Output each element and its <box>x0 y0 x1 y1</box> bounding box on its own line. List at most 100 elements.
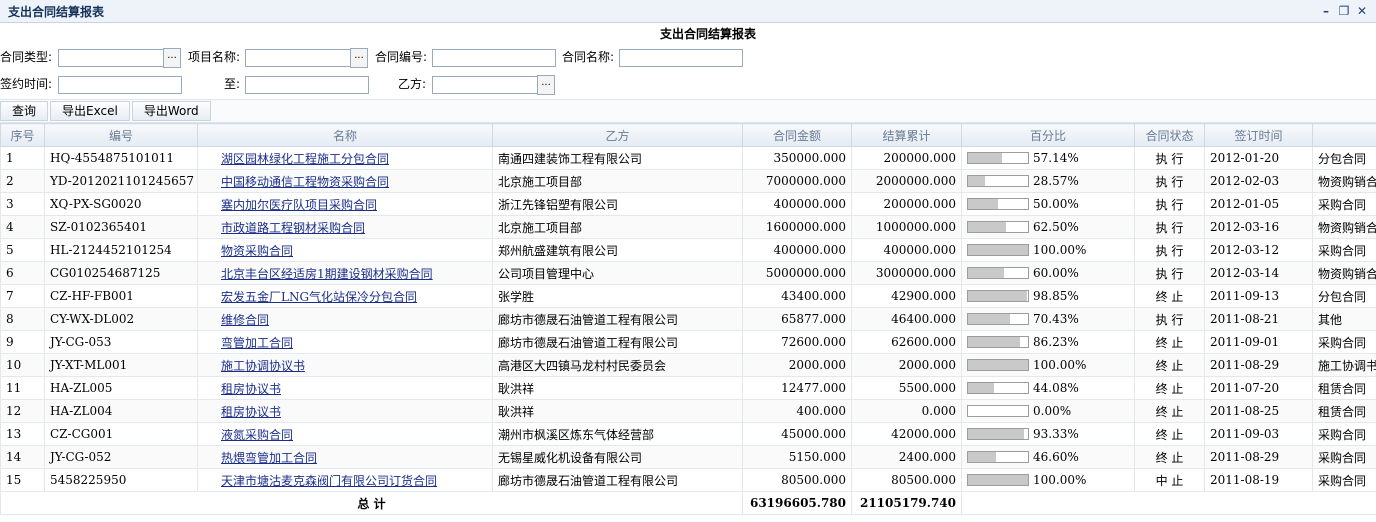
contract-name-link[interactable]: 物资采购合同 <box>203 244 293 258</box>
row-party-b: 北京施工项目部 <box>492 169 743 193</box>
contract-name-link[interactable]: 市政道路工程钢材采购合同 <box>203 221 365 235</box>
row-party-b: 公司项目管理中心 <box>492 261 743 285</box>
row-status: 执 行 <box>1134 169 1205 193</box>
table-row[interactable]: 11 HA-ZL005 租房协议书 耿洪祥 12477.000 5500.000 44.08… <box>0 376 1376 400</box>
row-party-b: 郑州航盛建筑有限公司 <box>492 238 743 262</box>
table-row[interactable]: 15 5458225950 天津市塘沽麦克森阀门有限公司订货合同 廊坊市德晟石油管道工… <box>0 468 1376 492</box>
contract-name-link[interactable]: 热煨弯管加工合同 <box>203 451 317 465</box>
contract-name-link[interactable]: 天津市塘沽麦克森阀门有限公司订货合同 <box>203 474 437 488</box>
row-amount: 5150.000 <box>742 445 852 469</box>
row-amount: 1600000.000 <box>742 215 852 239</box>
restore-icon[interactable]: ❐ <box>1338 5 1350 17</box>
col-header-party-b[interactable]: 乙方 <box>492 123 743 147</box>
contract-name-link[interactable]: 维修合同 <box>203 313 269 327</box>
table-row[interactable]: 8 CY-WX-DL002 维修合同 廊坊市德晟石油管道工程有限公司 65877.000… <box>0 307 1376 331</box>
window-controls: – ❐ ✕ <box>1320 5 1368 17</box>
table-row[interactable]: 14 JY-CG-052 热煨弯管加工合同 无锡星威化机设备有限公司 5150.000 2… <box>0 445 1376 469</box>
row-amount: 7000000.000 <box>742 169 852 193</box>
percent-bar <box>967 198 1029 210</box>
row-settled: 2000.000 <box>851 353 962 377</box>
contract-name-link[interactable]: 塞内加尔医疗队项目采购合同 <box>203 198 377 212</box>
row-status: 终 止 <box>1134 445 1205 469</box>
col-header-settled[interactable]: 结算累计 <box>851 123 962 147</box>
row-type: 租赁合同 <box>1312 399 1376 423</box>
row-percent-cell: 50.00% <box>961 192 1135 216</box>
row-status: 执 行 <box>1134 238 1205 262</box>
table-row[interactable]: 2 YD-2012021101245657 中国移动通信工程物资采购合同 北京施工项目… <box>0 169 1376 193</box>
col-header-name[interactable]: 名称 <box>197 123 493 147</box>
totals-amount: 63196605.780 <box>742 491 852 515</box>
query-button[interactable]: 查询 <box>0 101 49 121</box>
contract-name-link[interactable]: 液氮采购合同 <box>203 428 293 442</box>
row-sign-date: 2011-08-21 <box>1204 307 1313 331</box>
table-row[interactable]: 7 CZ-HF-FB001 宏发五金厂LNG气化站保冷分包合同 张学胜 43400.00… <box>0 284 1376 308</box>
table-row[interactable]: 5 HL-2124452101254 物资采购合同 郑州航盛建筑有限公司 400000.… <box>0 238 1376 262</box>
row-sign-date: 2012-01-20 <box>1204 146 1313 170</box>
percent-bar-fill <box>968 360 1028 370</box>
report-title: 支出合同结算报表 <box>659 27 756 41</box>
contract-name-link[interactable]: 北京丰台区经适房1期建设钢材采购合同 <box>203 267 433 281</box>
col-header-code[interactable]: 编号 <box>44 123 198 147</box>
row-type: 物资购销合 <box>1312 215 1376 239</box>
sign-time-to-input[interactable] <box>245 76 369 94</box>
contract-name-link[interactable]: 租房协议书 <box>203 382 281 396</box>
table-row[interactable]: 9 JY-CG-053 弯管加工合同 廊坊市德晟石油管道工程有限公司 72600.000… <box>0 330 1376 354</box>
table-row[interactable]: 1 HQ-4554875101011 湖区园林绿化工程施工分包合同 南通四建装饰工程有… <box>0 146 1376 170</box>
row-type: 其他 <box>1312 307 1376 331</box>
contract-name-link[interactable]: 湖区园林绿化工程施工分包合同 <box>203 152 389 166</box>
percent-bar <box>967 474 1029 486</box>
export-word-button[interactable]: 导出Word <box>131 101 211 121</box>
filter-form: 合同类型: ... 项目名称: ... 合同编号: 合同名称: 签约时间: 至:… <box>0 45 1376 99</box>
row-percent-cell: 60.00% <box>961 261 1135 285</box>
close-icon[interactable]: ✕ <box>1356 5 1368 17</box>
contract-name-input[interactable] <box>619 49 743 67</box>
contract-name-link[interactable]: 宏发五金厂LNG气化站保冷分包合同 <box>203 290 417 304</box>
percent-bar-fill <box>968 429 1024 439</box>
table-row[interactable]: 12 HA-ZL004 租房协议书 耿洪祥 400.000 0.000 0.00% 终 止 20… <box>0 399 1376 423</box>
row-index: 10 <box>0 353 45 377</box>
contract-name-label: 合同名称: <box>562 50 615 64</box>
party-b-picker-button[interactable]: ... <box>537 75 555 95</box>
contract-no-input[interactable] <box>432 49 556 67</box>
table-row[interactable]: 4 SZ-0102365401 市政道路工程钢材采购合同 北京施工项目部 1600000… <box>0 215 1376 239</box>
contract-type-picker-button[interactable]: ... <box>163 48 181 68</box>
contract-name-link[interactable]: 中国移动通信工程物资采购合同 <box>203 175 389 189</box>
row-name-cell: 弯管加工合同 <box>197 330 493 354</box>
percent-text: 60.00% <box>1033 266 1079 280</box>
row-party-b: 浙江先锋铝塑有限公司 <box>492 192 743 216</box>
export-excel-button[interactable]: 导出Excel <box>50 101 130 121</box>
totals-settled: 21105179.740 <box>851 491 962 515</box>
col-header-percent[interactable]: 百分比 <box>961 123 1135 147</box>
table-row[interactable]: 13 CZ-CG001 液氮采购合同 潮州市枫溪区炼东气体经营部 45000.000 42… <box>0 422 1376 446</box>
contract-name-link[interactable]: 施工协调协议书 <box>203 359 305 373</box>
row-code: CZ-CG001 <box>44 422 198 446</box>
table-row[interactable]: 10 JY-XT-ML001 施工协调协议书 高港区大四镇马龙村村民委员会 2000.0… <box>0 353 1376 377</box>
row-percent-cell: 93.33% <box>961 422 1135 446</box>
col-header-index[interactable]: 序号 <box>0 123 45 147</box>
percent-bar-fill <box>968 222 1006 232</box>
percent-bar <box>967 382 1029 394</box>
col-header-amount[interactable]: 合同金额 <box>742 123 852 147</box>
row-party-b: 高港区大四镇马龙村村民委员会 <box>492 353 743 377</box>
row-sign-date: 2012-03-16 <box>1204 215 1313 239</box>
row-status: 终 止 <box>1134 422 1205 446</box>
sign-time-from-input[interactable] <box>58 76 182 94</box>
project-name-input[interactable] <box>245 49 351 67</box>
row-percent-cell: 44.08% <box>961 376 1135 400</box>
table-row[interactable]: 6 CG010254687125 北京丰台区经适房1期建设钢材采购合同 公司项目管理中… <box>0 261 1376 285</box>
row-percent-cell: 86.23% <box>961 330 1135 354</box>
minimize-icon[interactable]: – <box>1320 5 1332 17</box>
col-header-sign-date[interactable]: 签订时间 <box>1204 123 1313 147</box>
party-b-input[interactable] <box>432 76 538 94</box>
row-amount: 400000.000 <box>742 238 852 262</box>
contract-name-link[interactable]: 租房协议书 <box>203 405 281 419</box>
project-name-picker-button[interactable]: ... <box>350 48 368 68</box>
contract-name-link[interactable]: 弯管加工合同 <box>203 336 293 350</box>
table-row[interactable]: 3 XQ-PX-SG0020 塞内加尔医疗队项目采购合同 浙江先锋铝塑有限公司 4000… <box>0 192 1376 216</box>
col-header-status[interactable]: 合同状态 <box>1134 123 1205 147</box>
row-party-b: 张学胜 <box>492 284 743 308</box>
contract-type-input[interactable] <box>58 49 164 67</box>
percent-bar-fill <box>968 176 986 186</box>
col-header-type[interactable] <box>1312 123 1376 147</box>
row-settled: 80500.000 <box>851 468 962 492</box>
